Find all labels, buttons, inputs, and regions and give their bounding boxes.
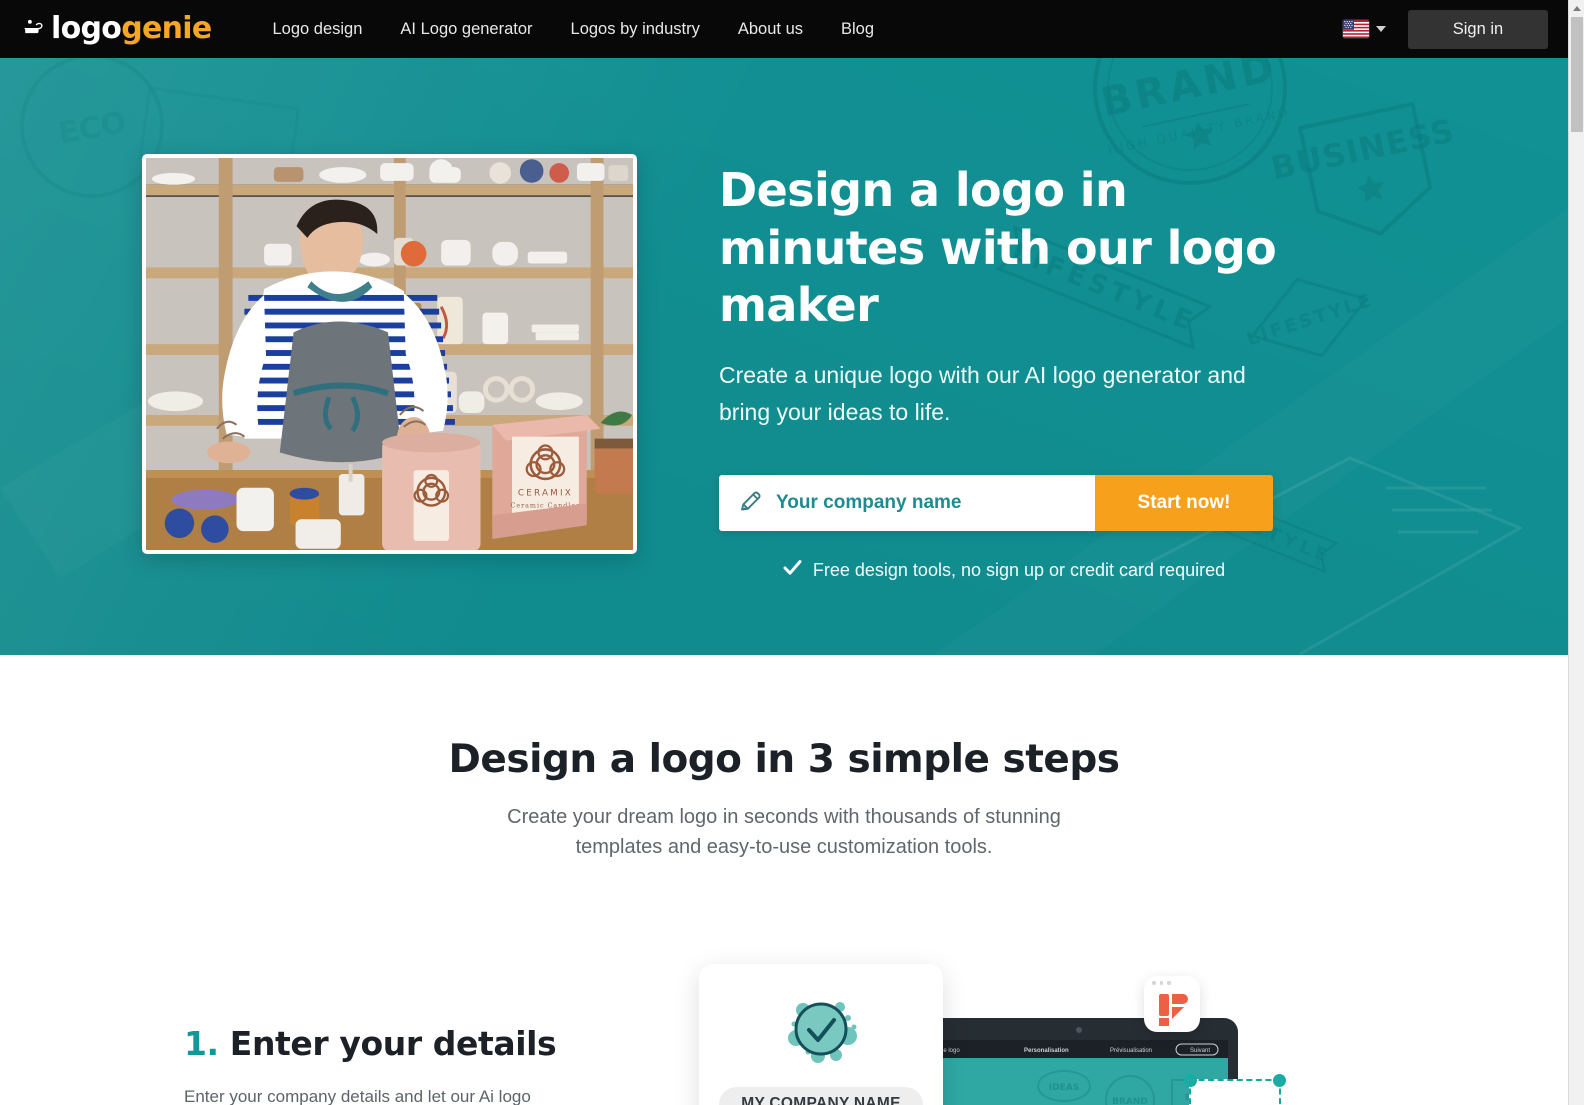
main-nav: Logo design AI Logo generator Logos by i… (254, 14, 894, 45)
svg-text:Prévisualisation: Prévisualisation (1110, 1048, 1152, 1054)
language-selector[interactable] (1339, 16, 1390, 42)
sign-in-button[interactable]: Sign in (1408, 9, 1548, 49)
nav-item-about-us[interactable]: About us (719, 14, 822, 45)
start-now-button[interactable]: Start now! (1095, 475, 1273, 531)
nav-item-ai-logo-generator[interactable]: AI Logo generator (381, 14, 551, 45)
page-scrollbar[interactable] (1568, 0, 1584, 1105)
step-1-heading: 1. Enter your details (184, 1024, 624, 1063)
logo-home-link[interactable]: logogenie (22, 14, 212, 44)
scrollbar-thumb[interactable] (1571, 17, 1583, 132)
hero-subtitle: Create a unique logo with our AI logo ge… (719, 361, 1246, 425)
step-1: 1. Enter your details Enter your company… (184, 956, 1384, 1105)
step-1-text: 1. Enter your details Enter your company… (184, 956, 624, 1105)
hero-cta-form: Start now! (719, 475, 1273, 531)
svg-text:de logo: de logo (940, 1048, 960, 1054)
nav-item-logo-design[interactable]: Logo design (254, 14, 382, 45)
success-check-icon (778, 990, 864, 1073)
steps-title: Design a logo in 3 simple steps (448, 737, 1120, 782)
step-1-number: 1. (184, 1023, 219, 1063)
svg-text:BRAND: BRAND (1112, 1097, 1148, 1105)
check-icon (783, 558, 802, 582)
window-dots (1144, 976, 1200, 990)
hero-copy: Design a logo in minutes with our logo m… (719, 154, 1289, 582)
svg-text:Personalisation: Personalisation (1024, 1048, 1069, 1054)
design-app-tile (1144, 975, 1200, 1032)
steps-subtitle: Create your dream logo in seconds with t… (507, 806, 1061, 859)
step-1-title: Enter your details (229, 1023, 557, 1063)
chevron-down-icon (1376, 26, 1386, 32)
svg-text:IDEAS: IDEAS (1049, 1083, 1079, 1093)
svg-text:ECO: ECO (56, 105, 129, 151)
hero-note: Free design tools, no sign up or credit … (719, 558, 1289, 582)
nav-item-blog[interactable]: Blog (822, 14, 893, 45)
resize-handle-top-left[interactable] (1184, 1073, 1197, 1087)
text-element-selection[interactable]: Aa (1184, 1073, 1286, 1105)
step-1-body: Enter your company details and let our A… (184, 1086, 531, 1105)
pencil-icon (737, 488, 763, 519)
hero-note-text: Free design tools, no sign up or credit … (812, 559, 1226, 580)
svg-text:CERAMIX: CERAMIX (518, 489, 573, 499)
step-1-illustration: de logo Personalisation Prévisualisation… (699, 956, 1319, 1105)
us-flag-icon (1343, 20, 1369, 38)
company-name-field-wrap[interactable] (719, 475, 1095, 531)
hero-section: BRAND HIGH QUALITY BRAND BUSINESS (0, 58, 1568, 655)
nav-item-logos-by-industry[interactable]: Logos by industry (552, 14, 719, 45)
company-name-dialog: MY COMPANY NAME OK (699, 963, 943, 1105)
scroll-up-button[interactable] (1569, 0, 1584, 17)
header-actions: Sign in (1339, 9, 1568, 49)
resize-handle-top-right[interactable] (1273, 1073, 1286, 1087)
logo-text-accent: genie (121, 11, 212, 46)
hero-photo: CERAMIX Ceramic Candles (142, 154, 637, 554)
steps-header: Design a logo in 3 simple steps Create y… (0, 737, 1568, 863)
company-name-input[interactable] (776, 492, 1077, 514)
hero-image-wrap: CERAMIX Ceramic Candles (142, 154, 637, 554)
hero-title: Design a logo in minutes with our logo m… (719, 163, 1277, 332)
logo-text-primary: logo (51, 11, 122, 46)
steps-section: Design a logo in 3 simple steps Create y… (0, 655, 1568, 1105)
genie-lamp-icon (22, 18, 44, 40)
svg-text:Suivant: Suivant (1190, 1048, 1210, 1054)
dialog-company-name-input[interactable]: MY COMPANY NAME (719, 1086, 923, 1105)
site-header: logogenie Logo design AI Logo generator … (0, 0, 1568, 58)
